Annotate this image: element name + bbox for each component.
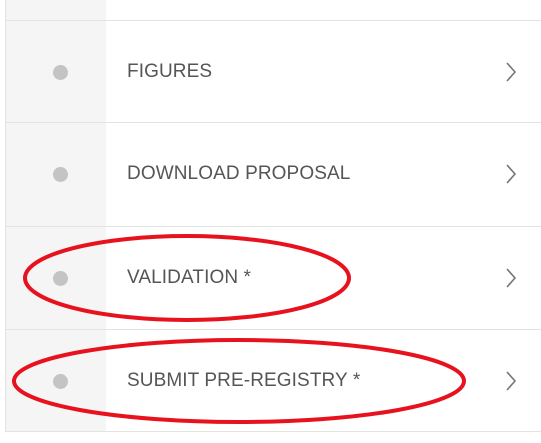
chevron-right-icon [506, 370, 517, 391]
chevron-right-icon [506, 163, 517, 184]
nav-item-submit-pre-registry[interactable]: SUBMIT PRE-REGISTRY * [6, 329, 541, 431]
status-dot-icon [53, 64, 68, 80]
chevron-right-icon [506, 61, 517, 82]
nav-item-label: SUBMIT PRE-REGISTRY * [127, 369, 361, 391]
nav-item-download-proposal[interactable]: DOWNLOAD PROPOSAL [6, 122, 541, 224]
nav-item-validation[interactable]: VALIDATION * [6, 226, 541, 328]
status-dot-icon [53, 166, 68, 182]
nav-item-figures[interactable]: FIGURES [6, 20, 541, 122]
status-dot-icon [53, 270, 68, 286]
chevron-right-icon [506, 267, 517, 288]
navigation-panel: FIGURES DOWNLOAD PROPOSAL VALIDATION * S… [5, 0, 541, 432]
status-dot-icon [53, 373, 68, 389]
nav-item-label: VALIDATION * [127, 266, 252, 288]
nav-item-label: DOWNLOAD PROPOSAL [127, 162, 351, 184]
nav-item-label: FIGURES [127, 60, 213, 82]
